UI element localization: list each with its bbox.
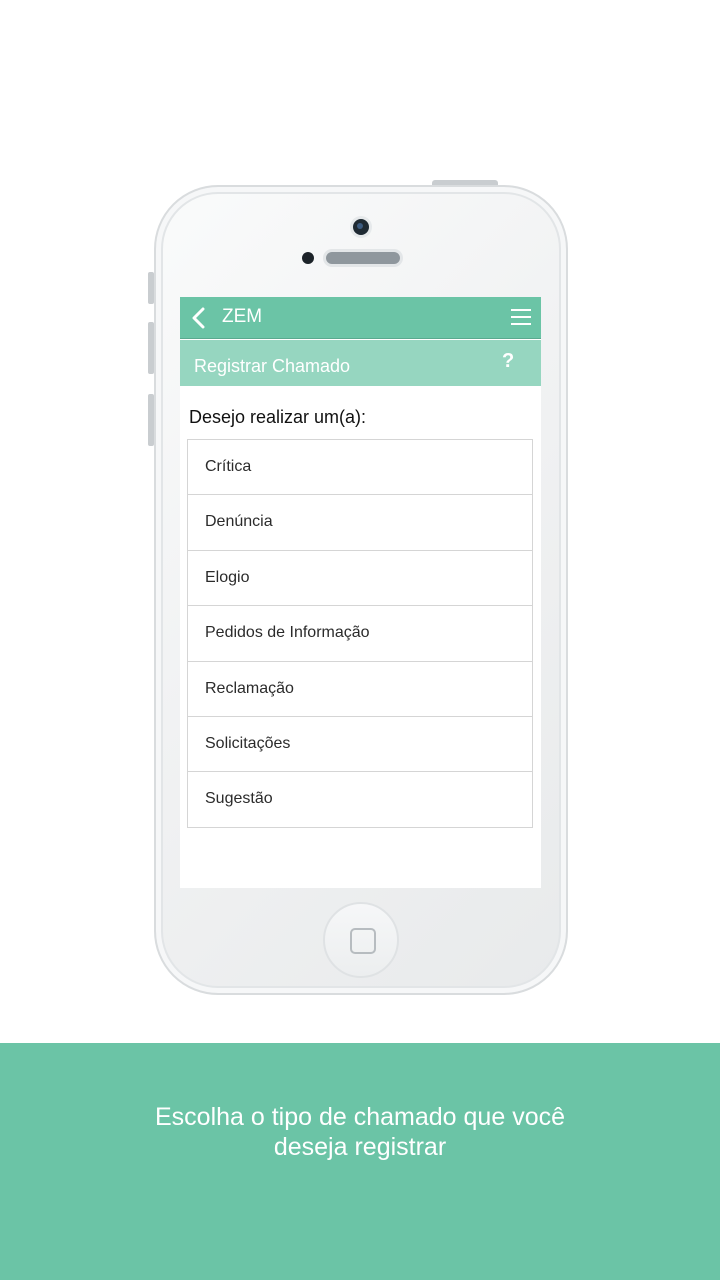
home-button [323,902,399,978]
option-label: Sugestão [205,790,273,808]
option-solicitacoes[interactable]: Solicitações [188,717,532,773]
option-label: Solicitações [205,734,291,752]
help-icon[interactable]: ? [502,350,514,372]
option-reclamacao[interactable]: Reclamação [188,662,532,717]
option-label: Crítica [205,458,252,475]
proximity-sensor [302,252,314,264]
option-label: Pedidos de Informação [205,624,370,642]
option-list: Crítica Denúncia Elogio Pedidos de Infor… [187,439,533,828]
caption-text: Escolha o tipo de chamado que você desej… [0,1102,720,1162]
option-pedidos-de-informacao[interactable]: Pedidos de Informação [188,606,532,662]
app-toolbar: ZEM [180,297,541,339]
front-camera [353,219,369,235]
page-header: Registrar Chamado ? [180,340,541,386]
app-screen: ZEM Registrar Chamado ? Desejo realizar … [180,297,541,888]
hamburger-menu-icon[interactable] [510,308,532,326]
option-critica[interactable]: Crítica [188,440,532,496]
caption-line-1: Escolha o tipo de chamado que você [155,1103,565,1131]
chevron-left-icon[interactable] [188,307,212,329]
option-label: Elogio [205,568,250,586]
option-label: Denúncia [205,513,273,531]
option-label: Reclamação [205,679,294,697]
app-title: ZEM [222,306,263,327]
option-sugestao[interactable]: Sugestão [188,772,532,828]
option-elogio[interactable]: Elogio [188,551,532,607]
earpiece-speaker [326,252,400,264]
caption-line-2: deseja registrar [273,1133,447,1161]
option-denuncia[interactable]: Denúncia [188,495,532,551]
form-prompt: Desejo realizar um(a): [189,407,367,427]
page-title: Registrar Chamado [194,356,351,376]
